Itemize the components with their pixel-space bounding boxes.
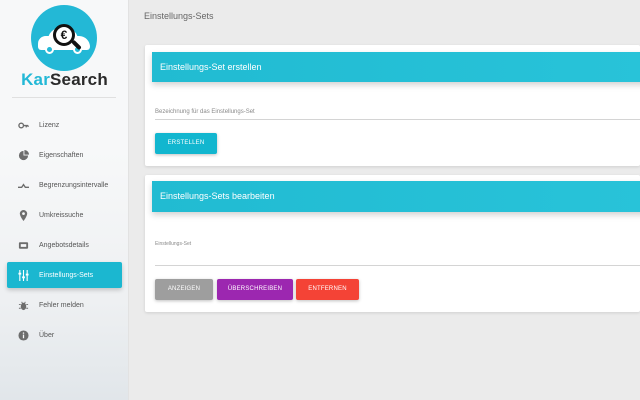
interval-icon — [17, 179, 29, 191]
key-icon — [17, 119, 29, 131]
settings-set-select[interactable] — [155, 265, 640, 266]
sidebar-divider — [12, 97, 116, 98]
sidebar-item-label: Eigenschaften — [39, 151, 84, 159]
sidebar-item-label: Begrenzungsintervalle — [39, 181, 109, 189]
overwrite-button[interactable]: ÜBERSCHREIBEN — [217, 279, 293, 300]
edit-sets-card: Einstellungs-Sets bearbeiten Einstellung… — [145, 175, 640, 312]
wheel-icon — [45, 45, 54, 54]
bug-icon — [17, 299, 29, 311]
settings-sets-icon — [17, 269, 29, 281]
create-set-card-header: Einstellungs-Set erstellen — [152, 52, 640, 82]
sidebar-item-begrenzungsintervalle[interactable]: Begrenzungsintervalle — [7, 172, 122, 198]
remove-button[interactable]: ENTFERNEN — [296, 279, 359, 300]
brand-name-part2: Search — [50, 70, 108, 89]
sidebar-item-label: Umkreissuche — [39, 211, 84, 219]
sidebar-item-label: Fehler melden — [39, 301, 84, 309]
sidebar-item-einstellungs-sets[interactable]: Einstellungs-Sets — [7, 262, 122, 288]
sidebar-nav: Lizenz Eigenschaften Begrenzungsinterval… — [7, 112, 122, 352]
sidebar-item-eigenschaften[interactable]: Eigenschaften — [7, 142, 122, 168]
sidebar: € KarSearch Lizenz Eigenschaften Begrenz… — [0, 0, 129, 400]
sidebar-item-lizenz[interactable]: Lizenz — [7, 112, 122, 138]
sidebar-item-angebotsdetails[interactable]: Angebotsdetails — [7, 232, 122, 258]
brand-name: KarSearch — [0, 70, 128, 90]
ticket-icon — [17, 239, 29, 251]
sidebar-item-fehler-melden[interactable]: Fehler melden — [7, 292, 122, 318]
sidebar-item-label: Einstellungs-Sets — [39, 271, 94, 279]
logo-circle: € — [31, 5, 97, 71]
create-button[interactable]: ERSTELLEN — [155, 133, 217, 154]
sidebar-item-ueber[interactable]: Über — [7, 322, 122, 348]
sidebar-item-umkreissuche[interactable]: Umkreissuche — [7, 202, 122, 228]
brand-name-part1: Kar — [21, 70, 51, 89]
page-title: Einstellungs-Sets — [144, 11, 214, 21]
sidebar-item-label: Über — [39, 331, 55, 339]
create-set-card: Einstellungs-Set erstellen Bezeichnung f… — [145, 45, 640, 166]
edit-sets-card-header: Einstellungs-Sets bearbeiten — [152, 181, 640, 212]
set-name-input[interactable] — [155, 119, 640, 120]
set-name-label: Bezeichnung für das Einstellungs-Set — [155, 109, 255, 115]
pie-chart-icon — [17, 149, 29, 161]
logo: € KarSearch — [0, 0, 128, 98]
show-button[interactable]: ANZEIGEN — [155, 279, 213, 300]
info-icon — [17, 329, 29, 341]
sidebar-item-label: Angebotsdetails — [39, 241, 89, 249]
settings-set-select-label: Einstellungs-Set — [155, 241, 192, 247]
sidebar-item-label: Lizenz — [39, 121, 60, 129]
location-pin-icon — [17, 209, 29, 221]
